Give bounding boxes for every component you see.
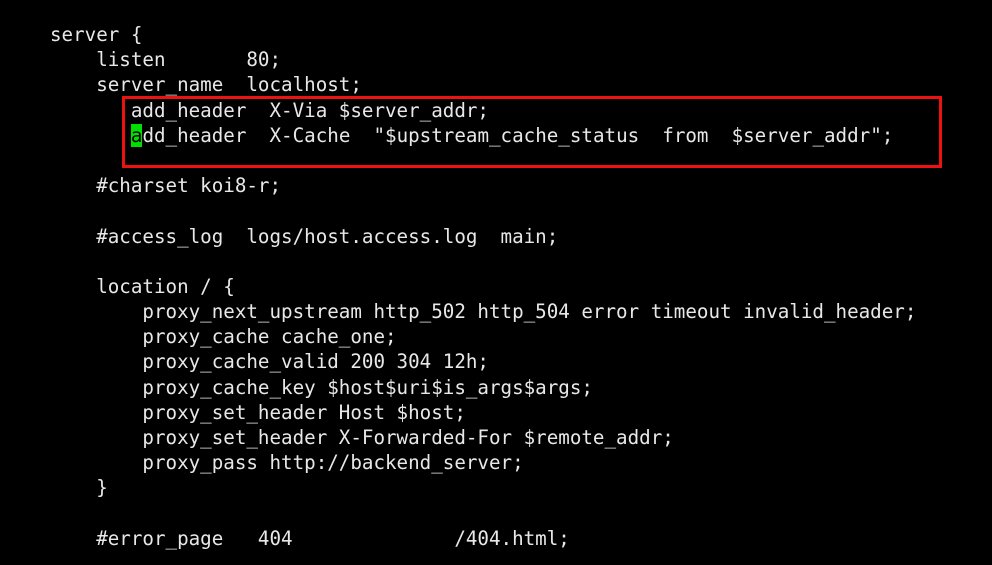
code-line: #charset koi8-r;	[50, 174, 282, 198]
code-line: proxy_set_header Host $host;	[50, 400, 466, 424]
code-line: proxy_set_header X-Forwarded-For $remote…	[50, 426, 674, 449]
code-line: #error_page 404 /404.html;	[50, 526, 570, 550]
text-cursor: a	[130, 123, 143, 147]
code-line: proxy_pass http://backend_server;	[50, 451, 524, 475]
code-line: }	[50, 476, 108, 500]
code-line: location / {	[50, 274, 235, 298]
config-file-contents[interactable]: server { listen 80; server_name localhos…	[50, 22, 916, 551]
code-line: proxy_cache_valid 200 304 12h;	[50, 350, 489, 374]
code-line: add_header X-Via $server_addr;	[50, 98, 489, 122]
code-line: proxy_cache cache_one;	[50, 325, 397, 349]
code-line: add_header X-Cache "$upstream_cache_stat…	[130, 123, 894, 147]
code-line: #access_log logs/host.access.log main;	[50, 224, 559, 248]
terminal-screen: server { listen 80; server_name localhos…	[0, 0, 992, 565]
code-line: proxy_next_upstream http_502 http_504 er…	[50, 300, 917, 324]
code-line: server_name localhost;	[50, 73, 362, 97]
code-line: proxy_cache_key $host$uri$is_args$args;	[50, 375, 593, 399]
code-line: listen 80;	[50, 48, 282, 72]
code-line: server {	[50, 23, 143, 46]
